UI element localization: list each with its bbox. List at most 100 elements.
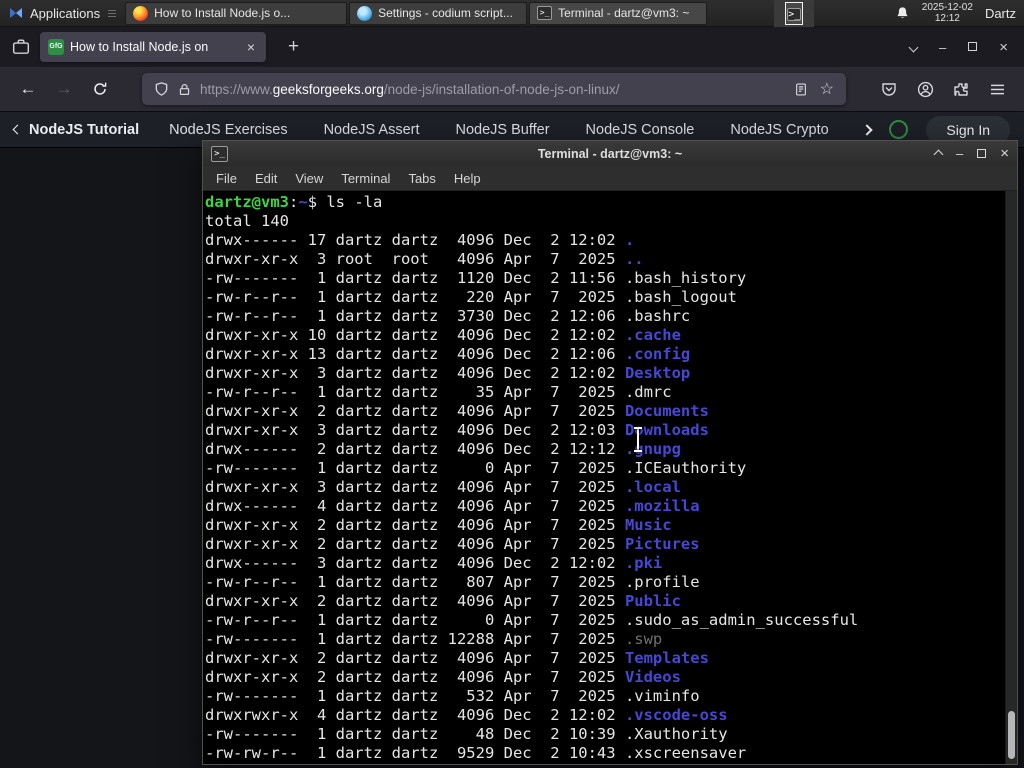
panel-status-area: 2025-12-02 12:12 Dartz [895,0,1024,26]
terminal-menu-terminal[interactable]: Terminal [332,171,399,186]
terminal-line: drwxrwxr-x 4 dartz dartz 4096 Dec 2 12:0… [205,706,728,724]
terminal-line: -rw------- 1 dartz dartz 48 Dec 2 10:39 … [205,725,728,743]
terminal-line: -rw------- 1 dartz dartz 1120 Dec 2 11:5… [205,269,747,287]
terminal-line: drwx------ 3 dartz dartz 4096 Dec 2 12:0… [205,554,663,572]
terminal-line: -rw------- 1 dartz dartz 532 Apr 7 2025 … [205,687,700,705]
browser-close-button[interactable]: × [999,40,1008,55]
site-nav-link[interactable]: NodeJS Crypto [730,122,828,138]
terminal-launcher[interactable]: >_ [774,0,815,27]
panel-clock[interactable]: 2025-12-02 12:12 [922,2,973,24]
browser-maximize-button[interactable] [968,38,978,56]
back-icon[interactable]: ← [12,73,44,105]
distro-logo-icon [8,5,24,21]
taskbar-button-firefox[interactable]: How to Install Node.js o... [125,1,348,25]
terminal-menu-edit[interactable]: Edit [246,171,286,186]
terminal-line: -rw-r--r-- 1 dartz dartz 807 Apr 7 2025 … [205,573,700,591]
terminal-line: drwxr-xr-x 2 dartz dartz 4096 Apr 7 2025… [205,516,672,534]
site-nav-link[interactable]: NodeJS Console [586,122,695,138]
terminal-line: drwxr-xr-x 3 dartz dartz 4096 Apr 7 2025… [205,478,681,496]
site-nav-link[interactable]: NodeJS Assert [324,122,420,138]
tab-title: How to Install Node.js on [70,40,209,54]
panel-grip-handle [108,9,117,17]
terminal-line: drwx------ 4 dartz dartz 4096 Apr 7 2025… [205,497,700,515]
terminal-menu-file[interactable]: File [207,171,246,186]
terminal-line: drwxr-xr-x 3 root root 4096 Apr 7 2025 .… [205,250,644,268]
site-nav-back-link[interactable]: NodeJS Tutorial [12,122,139,138]
terminal-line: -rw-r--r-- 1 dartz dartz 3730 Dec 2 12:0… [205,307,691,325]
panel-username[interactable]: Dartz [985,6,1018,21]
terminal-scrollbar[interactable] [1005,191,1017,764]
applications-label: Applications [30,5,101,21]
search-icon[interactable] [889,120,909,139]
ibeam-mouse-cursor [634,427,642,452]
extensions-puzzle-icon[interactable] [946,74,976,104]
terminal-window-controls: – × [933,145,1009,163]
terminal-window: >_ Terminal - dartz@vm3: ~ – × File Edit V… [202,140,1018,765]
applications-menu-button[interactable]: Applications [0,0,106,26]
browser-toolbar: ← → https://www.geeksforgeeks.org/node-j… [0,67,1024,112]
terminal-line: drwx------ 2 dartz dartz 4096 Dec 2 12:1… [205,440,681,458]
nav-scroll-right-button[interactable] [861,122,874,138]
toolbar-buttons [874,74,1012,104]
terminal-icon: >_ [537,6,553,20]
terminal-maximize-button[interactable] [977,145,987,163]
browser-tab-active[interactable]: GfG How to Install Node.js on × [40,32,266,62]
terminal-close-button[interactable]: × [1000,146,1009,161]
new-tab-button[interactable]: + [282,36,305,58]
forward-icon[interactable]: → [48,73,80,105]
taskbar-button-terminal[interactable]: >_ Terminal - dartz@vm3: ~ [529,1,708,25]
pocket-icon[interactable] [874,74,904,104]
terminal-menu-view[interactable]: View [286,171,332,186]
url-bar[interactable]: https://www.geeksforgeeks.org/node-js/in… [142,73,846,105]
reload-icon[interactable] [84,73,116,105]
terminal-line: drwxr-xr-x 2 dartz dartz 4096 Apr 7 2025… [205,592,681,610]
terminal-scrollbar-thumb[interactable] [1008,711,1015,759]
terminal-line: total 140 [205,212,289,230]
terminal-line: drwxr-xr-x 2 dartz dartz 4096 Apr 7 2025… [205,535,700,553]
site-nav-link[interactable]: NodeJS Exercises [169,122,287,138]
terminal-line: -rw-rw-r-- 1 dartz dartz 9529 Dec 2 10:4… [205,744,747,762]
list-all-tabs-icon[interactable] [908,38,919,56]
firefox-view-icon[interactable] [12,38,30,56]
terminal-titlebar[interactable]: >_ Terminal - dartz@vm3: ~ – × [203,141,1017,166]
terminal-line: -rw-r--r-- 1 dartz dartz 220 Apr 7 2025 … [205,288,737,306]
terminal-line: -rw------- 1 dartz dartz 0 Apr 7 2025 .I… [205,459,747,477]
terminal-menu-tabs[interactable]: Tabs [399,171,444,186]
url-text: https://www.geeksforgeeks.org/node-js/in… [200,81,620,97]
desktop-panel: Applications How to Install Node.js o...… [0,0,1024,27]
reader-mode-icon[interactable] [794,82,808,97]
terminal-line: drwxr-xr-x 10 dartz dartz 4096 Dec 2 12:… [205,326,681,344]
clock-date: 2025-12-02 [921,2,973,13]
terminal-line: dartz@vm3:~$ ls -la [205,193,383,211]
browser-tab-bar: GfG How to Install Node.js on × + – × [0,27,1024,67]
terminal-menubar: File Edit View Terminal Tabs Help [203,166,1017,191]
terminal-line: -rw-r--r-- 1 dartz dartz 35 Apr 7 2025 .… [205,383,672,401]
terminal-output[interactable]: dartz@vm3:~$ ls -la total 140 drwx------ 1… [203,191,1017,764]
terminal-line: -rw------- 1 dartz dartz 12288 Apr 7 202… [205,630,663,648]
chevron-left-icon [12,124,23,135]
terminal-line: drwxr-xr-x 3 dartz dartz 4096 Dec 2 12:0… [205,421,709,439]
terminal-shade-button[interactable] [933,145,944,163]
tracking-protection-shield-icon[interactable] [154,81,169,97]
browser-minimize-button[interactable]: – [939,41,946,54]
clock-time: 12:12 [934,13,960,24]
terminal-line: drwxr-xr-x 2 dartz dartz 4096 Apr 7 2025… [205,402,709,420]
terminal-minimize-button[interactable]: – [956,147,963,160]
taskbar-button-codium[interactable]: Settings - codium script... [349,1,528,25]
site-nav-links: NodeJS Exercises NodeJS Assert NodeJS Buff… [169,122,859,138]
bell-icon[interactable] [895,6,910,21]
site-nav-link[interactable]: NodeJS Buffer [456,122,550,138]
lock-icon[interactable] [178,82,191,97]
terminal-menu-help[interactable]: Help [445,171,490,186]
terminal-line: drwx------ 17 dartz dartz 4096 Dec 2 12:… [205,231,635,249]
tab-close-icon[interactable]: × [244,38,258,56]
terminal-title: Terminal - dartz@vm3: ~ [537,146,683,161]
bookmark-star-icon[interactable]: ☆ [820,79,834,99]
tabbar-controls: – × [908,38,1024,56]
account-icon[interactable] [910,74,940,104]
menu-hamburger-icon[interactable] [982,74,1012,104]
terminal-line: drwxr-xr-x 13 dartz dartz 4096 Dec 2 12:… [205,345,691,363]
firefox-icon [133,5,149,21]
geeksforgeeks-favicon: GfG [48,39,64,55]
terminal-line: drwxr-xr-x 2 dartz dartz 4096 Apr 7 2025… [205,649,709,667]
